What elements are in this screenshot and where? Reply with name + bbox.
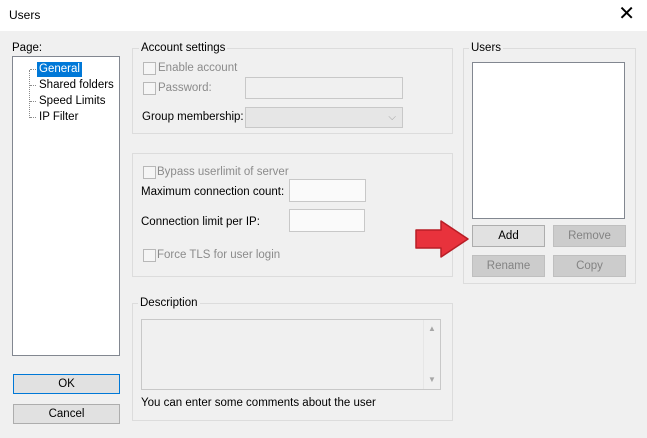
password-label: Password: bbox=[158, 82, 212, 94]
bypass-userlimit-label: Bypass userlimit of server bbox=[157, 166, 289, 178]
tree-connector bbox=[30, 69, 36, 70]
group-membership-select[interactable]: ⌵ bbox=[245, 107, 403, 128]
description-hint: You can enter some comments about the us… bbox=[141, 397, 376, 409]
tree-item-speed-limits[interactable]: Speed Limits bbox=[37, 94, 107, 109]
group-membership-label: Group membership: bbox=[142, 111, 244, 123]
users-list[interactable] bbox=[472, 62, 625, 219]
description-textarea[interactable]: ▲ ▼ bbox=[141, 319, 441, 390]
password-field[interactable] bbox=[245, 77, 403, 99]
users-title: Users bbox=[469, 42, 504, 54]
chevron-down-icon: ⌵ bbox=[388, 112, 396, 123]
page-label: Page: bbox=[12, 42, 43, 54]
tree-connector bbox=[30, 117, 36, 118]
close-icon[interactable]: ✕ bbox=[618, 3, 635, 25]
account-settings-title: Account settings bbox=[139, 42, 228, 54]
tree-connector bbox=[30, 85, 36, 86]
max-connection-field[interactable] bbox=[289, 179, 366, 202]
max-connection-label: Maximum connection count: bbox=[141, 186, 285, 198]
tree-item-shared-folders[interactable]: Shared folders bbox=[37, 78, 116, 93]
password-checkbox[interactable] bbox=[143, 82, 156, 95]
description-scrollbar[interactable]: ▲ ▼ bbox=[423, 320, 440, 389]
cancel-button[interactable]: Cancel bbox=[13, 404, 120, 424]
description-title: Description bbox=[138, 297, 200, 309]
window-title: Users bbox=[9, 8, 41, 22]
page-tree[interactable]: General Shared folders Speed Limits IP F… bbox=[12, 56, 120, 356]
enable-account-label: Enable account bbox=[158, 62, 238, 74]
add-user-button[interactable]: Add bbox=[472, 225, 545, 247]
tree-item-ip-filter[interactable]: IP Filter bbox=[37, 110, 80, 125]
tree-item-general[interactable]: General bbox=[37, 62, 82, 77]
limit-per-ip-label: Connection limit per IP: bbox=[141, 216, 260, 228]
force-tls-label: Force TLS for user login bbox=[157, 249, 281, 261]
enable-account-checkbox[interactable] bbox=[143, 62, 156, 75]
tree-connector bbox=[30, 101, 36, 102]
ok-button[interactable]: OK bbox=[13, 374, 120, 394]
title-bar: Users ✕ bbox=[0, 0, 647, 31]
limit-per-ip-field[interactable] bbox=[289, 209, 365, 232]
red-arrow-icon bbox=[415, 220, 469, 258]
bypass-userlimit-checkbox[interactable] bbox=[143, 166, 156, 179]
tree-connector bbox=[29, 70, 30, 118]
force-tls-checkbox[interactable] bbox=[143, 249, 156, 262]
rename-user-button[interactable]: Rename bbox=[472, 255, 545, 277]
remove-user-button[interactable]: Remove bbox=[553, 225, 626, 247]
scroll-down-icon[interactable]: ▼ bbox=[424, 373, 440, 387]
copy-user-button[interactable]: Copy bbox=[553, 255, 626, 277]
scroll-up-icon[interactable]: ▲ bbox=[424, 322, 440, 336]
